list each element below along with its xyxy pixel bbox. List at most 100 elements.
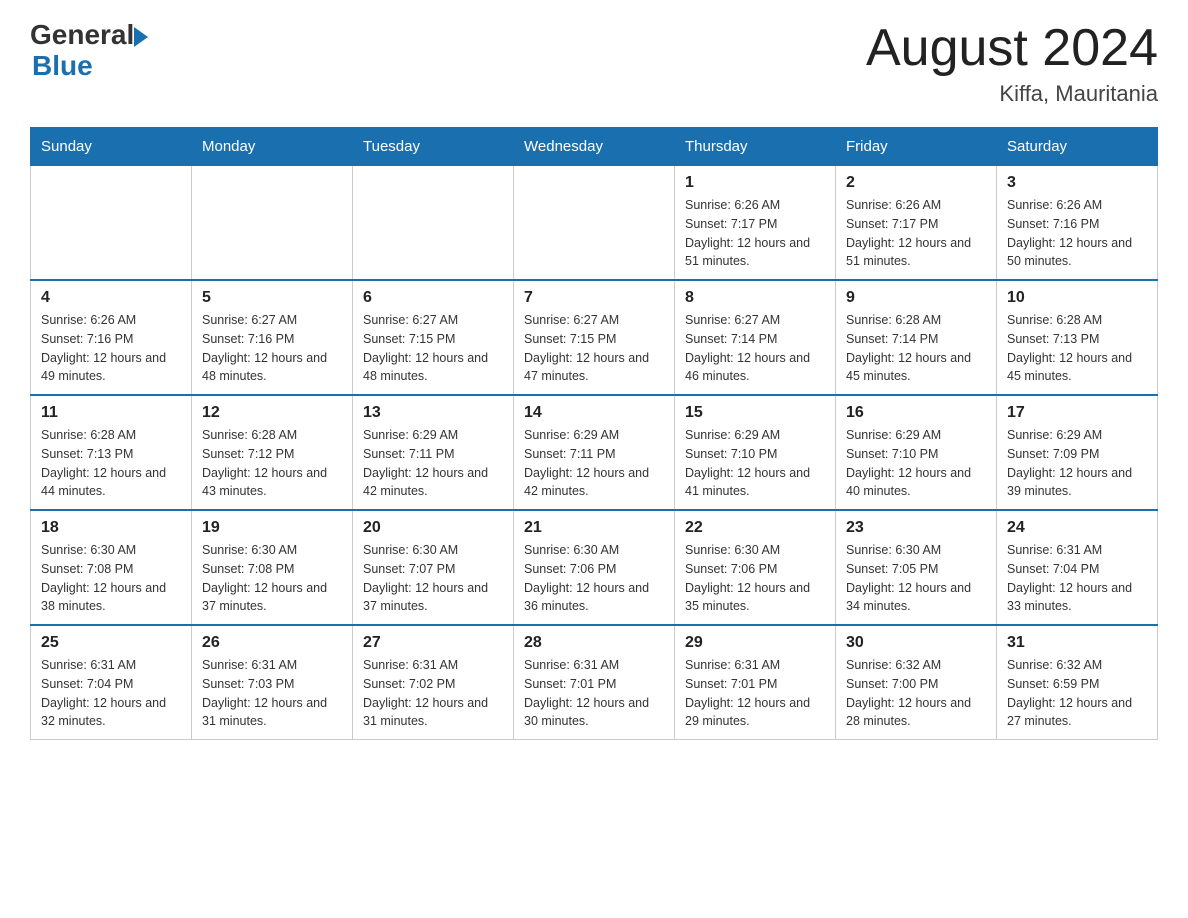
calendar-cell: 19 Sunrise: 6:30 AM Sunset: 7:08 PM Dayli… — [192, 510, 353, 625]
logo-blue: Blue — [32, 51, 148, 82]
day-info: Sunrise: 6:29 AM Sunset: 7:11 PM Dayligh… — [363, 426, 503, 501]
day-number: 12 — [202, 404, 342, 422]
calendar-cell: 8 Sunrise: 6:27 AM Sunset: 7:14 PM Daylig… — [675, 280, 836, 395]
day-number: 4 — [41, 289, 181, 307]
day-info: Sunrise: 6:27 AM Sunset: 7:15 PM Dayligh… — [363, 311, 503, 386]
day-info: Sunrise: 6:30 AM Sunset: 7:06 PM Dayligh… — [685, 541, 825, 616]
day-number: 9 — [846, 289, 986, 307]
calendar-cell: 7 Sunrise: 6:27 AM Sunset: 7:15 PM Daylig… — [514, 280, 675, 395]
day-number: 28 — [524, 634, 664, 652]
day-of-week-header: Sunday — [31, 128, 192, 166]
day-number: 16 — [846, 404, 986, 422]
calendar-header-row: SundayMondayTuesdayWednesdayThursdayFrid… — [31, 128, 1158, 166]
day-number: 22 — [685, 519, 825, 537]
calendar-week-row: 4Sunrise: 6:26 AM Sunset: 7:16 PM Daylig… — [31, 280, 1158, 395]
location: Kiffa, Mauritania — [866, 81, 1158, 107]
day-info: Sunrise: 6:28 AM Sunset: 7:14 PM Dayligh… — [846, 311, 986, 386]
day-info: Sunrise: 6:26 AM Sunset: 7:16 PM Dayligh… — [1007, 196, 1147, 271]
page-header: General Blue August 2024 Kiffa, Mauritan… — [30, 20, 1158, 107]
calendar-cell: 12 Sunrise: 6:28 AM Sunset: 7:12 PM Dayli… — [192, 395, 353, 510]
day-of-week-header: Saturday — [997, 128, 1158, 166]
calendar-cell: 11Sunrise: 6:28 AM Sunset: 7:13 PM Dayli… — [31, 395, 192, 510]
calendar-cell: 30 Sunrise: 6:32 AM Sunset: 7:00 PM Dayli… — [836, 625, 997, 740]
day-info: Sunrise: 6:30 AM Sunset: 7:07 PM Dayligh… — [363, 541, 503, 616]
calendar-cell: 24 Sunrise: 6:31 AM Sunset: 7:04 PM Dayli… — [997, 510, 1158, 625]
day-of-week-header: Friday — [836, 128, 997, 166]
day-number: 18 — [41, 519, 181, 537]
logo-arrow-icon — [134, 27, 148, 47]
calendar-cell — [31, 166, 192, 281]
day-number: 13 — [363, 404, 503, 422]
calendar-cell: 23 Sunrise: 6:30 AM Sunset: 7:05 PM Dayli… — [836, 510, 997, 625]
day-info: Sunrise: 6:30 AM Sunset: 7:06 PM Dayligh… — [524, 541, 664, 616]
day-info: Sunrise: 6:32 AM Sunset: 7:00 PM Dayligh… — [846, 656, 986, 731]
day-of-week-header: Thursday — [675, 128, 836, 166]
calendar-cell: 3 Sunrise: 6:26 AM Sunset: 7:16 PM Daylig… — [997, 166, 1158, 281]
calendar-cell: 18 Sunrise: 6:30 AM Sunset: 7:08 PM Dayli… — [31, 510, 192, 625]
day-info: Sunrise: 6:28 AM Sunset: 7:13 PM Dayligh… — [1007, 311, 1147, 386]
day-number: 3 — [1007, 174, 1147, 192]
day-number: 1 — [685, 174, 825, 192]
day-number: 20 — [363, 519, 503, 537]
day-info: Sunrise: 6:31 AM Sunset: 7:03 PM Dayligh… — [202, 656, 342, 731]
day-info: Sunrise: 6:29 AM Sunset: 7:11 PM Dayligh… — [524, 426, 664, 501]
calendar-cell: 21Sunrise: 6:30 AM Sunset: 7:06 PM Dayli… — [514, 510, 675, 625]
day-info: Sunrise: 6:32 AM Sunset: 6:59 PM Dayligh… — [1007, 656, 1147, 731]
day-info: Sunrise: 6:29 AM Sunset: 7:10 PM Dayligh… — [846, 426, 986, 501]
day-info: Sunrise: 6:26 AM Sunset: 7:17 PM Dayligh… — [685, 196, 825, 271]
day-info: Sunrise: 6:27 AM Sunset: 7:16 PM Dayligh… — [202, 311, 342, 386]
month-title: August 2024 — [866, 20, 1158, 77]
calendar-cell: 29Sunrise: 6:31 AM Sunset: 7:01 PM Dayli… — [675, 625, 836, 740]
day-number: 30 — [846, 634, 986, 652]
calendar-cell — [514, 166, 675, 281]
day-number: 24 — [1007, 519, 1147, 537]
calendar-week-row: 18 Sunrise: 6:30 AM Sunset: 7:08 PM Dayli… — [31, 510, 1158, 625]
calendar-cell: 17Sunrise: 6:29 AM Sunset: 7:09 PM Dayli… — [997, 395, 1158, 510]
calendar-cell — [192, 166, 353, 281]
day-number: 10 — [1007, 289, 1147, 307]
day-number: 19 — [202, 519, 342, 537]
day-number: 6 — [363, 289, 503, 307]
calendar-cell — [353, 166, 514, 281]
calendar-week-row: 11Sunrise: 6:28 AM Sunset: 7:13 PM Dayli… — [31, 395, 1158, 510]
calendar-table: SundayMondayTuesdayWednesdayThursdayFrid… — [30, 127, 1158, 740]
day-info: Sunrise: 6:31 AM Sunset: 7:01 PM Dayligh… — [524, 656, 664, 731]
calendar-cell: 27 Sunrise: 6:31 AM Sunset: 7:02 PM Dayli… — [353, 625, 514, 740]
day-info: Sunrise: 6:26 AM Sunset: 7:17 PM Dayligh… — [846, 196, 986, 271]
day-info: Sunrise: 6:27 AM Sunset: 7:15 PM Dayligh… — [524, 311, 664, 386]
calendar-cell: 5Sunrise: 6:27 AM Sunset: 7:16 PM Daylig… — [192, 280, 353, 395]
logo-general: General — [30, 20, 134, 51]
calendar-cell: 2Sunrise: 6:26 AM Sunset: 7:17 PM Daylig… — [836, 166, 997, 281]
day-info: Sunrise: 6:28 AM Sunset: 7:13 PM Dayligh… — [41, 426, 181, 501]
day-info: Sunrise: 6:30 AM Sunset: 7:08 PM Dayligh… — [202, 541, 342, 616]
calendar-cell: 14Sunrise: 6:29 AM Sunset: 7:11 PM Dayli… — [514, 395, 675, 510]
day-info: Sunrise: 6:29 AM Sunset: 7:09 PM Dayligh… — [1007, 426, 1147, 501]
day-info: Sunrise: 6:31 AM Sunset: 7:02 PM Dayligh… — [363, 656, 503, 731]
day-number: 8 — [685, 289, 825, 307]
day-info: Sunrise: 6:28 AM Sunset: 7:12 PM Dayligh… — [202, 426, 342, 501]
calendar-cell: 13 Sunrise: 6:29 AM Sunset: 7:11 PM Dayli… — [353, 395, 514, 510]
calendar-cell: 31Sunrise: 6:32 AM Sunset: 6:59 PM Dayli… — [997, 625, 1158, 740]
day-of-week-header: Tuesday — [353, 128, 514, 166]
calendar-cell: 20 Sunrise: 6:30 AM Sunset: 7:07 PM Dayli… — [353, 510, 514, 625]
day-info: Sunrise: 6:31 AM Sunset: 7:01 PM Dayligh… — [685, 656, 825, 731]
day-number: 15 — [685, 404, 825, 422]
day-number: 7 — [524, 289, 664, 307]
day-info: Sunrise: 6:31 AM Sunset: 7:04 PM Dayligh… — [41, 656, 181, 731]
day-info: Sunrise: 6:31 AM Sunset: 7:04 PM Dayligh… — [1007, 541, 1147, 616]
title-area: August 2024 Kiffa, Mauritania — [866, 20, 1158, 107]
day-info: Sunrise: 6:30 AM Sunset: 7:05 PM Dayligh… — [846, 541, 986, 616]
calendar-cell: 28 Sunrise: 6:31 AM Sunset: 7:01 PM Dayli… — [514, 625, 675, 740]
calendar-week-row: 25Sunrise: 6:31 AM Sunset: 7:04 PM Dayli… — [31, 625, 1158, 740]
day-of-week-header: Monday — [192, 128, 353, 166]
day-number: 27 — [363, 634, 503, 652]
calendar-cell: 25Sunrise: 6:31 AM Sunset: 7:04 PM Dayli… — [31, 625, 192, 740]
calendar-cell: 6 Sunrise: 6:27 AM Sunset: 7:15 PM Daylig… — [353, 280, 514, 395]
day-info: Sunrise: 6:29 AM Sunset: 7:10 PM Dayligh… — [685, 426, 825, 501]
day-info: Sunrise: 6:27 AM Sunset: 7:14 PM Dayligh… — [685, 311, 825, 386]
day-number: 23 — [846, 519, 986, 537]
calendar-cell: 22 Sunrise: 6:30 AM Sunset: 7:06 PM Dayli… — [675, 510, 836, 625]
day-of-week-header: Wednesday — [514, 128, 675, 166]
calendar-cell: 15 Sunrise: 6:29 AM Sunset: 7:10 PM Dayli… — [675, 395, 836, 510]
day-info: Sunrise: 6:30 AM Sunset: 7:08 PM Dayligh… — [41, 541, 181, 616]
